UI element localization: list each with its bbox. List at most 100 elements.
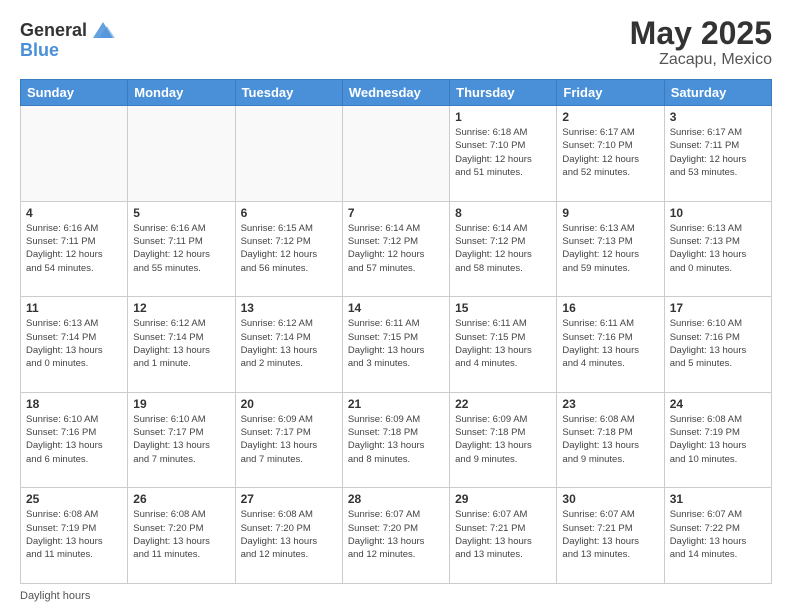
logo-general: General [20, 20, 87, 41]
table-row [235, 106, 342, 202]
table-row: 23 Sunrise: 6:08 AM Sunset: 7:18 PM Dayli… [557, 392, 664, 488]
day-number: 17 [670, 301, 766, 315]
table-row: 13 Sunrise: 6:12 AM Sunset: 7:14 PM Dayli… [235, 297, 342, 393]
day-number: 31 [670, 492, 766, 506]
table-row: 22Sunrise: 6:09 AM Sunset: 7:18 PM Dayli… [450, 392, 557, 488]
day-info: Sunrise: 6:13 AM Sunset: 7:13 PM Dayligh… [562, 222, 658, 275]
day-number: 5 [133, 206, 229, 220]
calendar-week-row: 4 Sunrise: 6:16 AM Sunset: 7:11 PM Daylig… [21, 201, 772, 297]
day-number: 23 [562, 397, 658, 411]
day-info: Sunrise: 6:10 AM Sunset: 7:17 PM Dayligh… [133, 413, 229, 466]
day-number: 19 [133, 397, 229, 411]
table-row: 5 Sunrise: 6:16 AM Sunset: 7:11 PM Daylig… [128, 201, 235, 297]
day-number: 3 [670, 110, 766, 124]
col-tuesday: Tuesday [235, 80, 342, 106]
day-info: Sunrise: 6:08 AM Sunset: 7:19 PM Dayligh… [26, 508, 122, 561]
day-info: Sunrise: 6:08 AM Sunset: 7:20 PM Dayligh… [133, 508, 229, 561]
day-number: 16 [562, 301, 658, 315]
table-row: 14 Sunrise: 6:11 AM Sunset: 7:15 PM Dayli… [342, 297, 449, 393]
day-number: 7 [348, 206, 444, 220]
day-info: Sunrise: 6:14 AM Sunset: 7:12 PM Dayligh… [455, 222, 551, 275]
day-info: Sunrise: 6:12 AM Sunset: 7:14 PM Dayligh… [241, 317, 337, 370]
table-row: 29 Sunrise: 6:07 AM Sunset: 7:21 PM Dayli… [450, 488, 557, 584]
day-info: Sunrise: 6:07 AM Sunset: 7:21 PM Dayligh… [455, 508, 551, 561]
day-number: 2 [562, 110, 658, 124]
col-sunday: Sunday [21, 80, 128, 106]
day-number: 15 [455, 301, 551, 315]
daylight-hours-label: Daylight hours [20, 590, 90, 602]
logo: General Blue [20, 16, 117, 61]
day-info: Sunrise: 6:16 AM Sunset: 7:11 PM Dayligh… [26, 222, 122, 275]
table-row [21, 106, 128, 202]
day-number: 10 [670, 206, 766, 220]
table-row: 26Sunrise: 6:08 AM Sunset: 7:20 PM Dayli… [128, 488, 235, 584]
day-info: Sunrise: 6:11 AM Sunset: 7:16 PM Dayligh… [562, 317, 658, 370]
table-row: 6Sunrise: 6:15 AM Sunset: 7:12 PM Daylig… [235, 201, 342, 297]
page: General Blue May 2025 Zacapu, Mexico Sun… [0, 0, 792, 612]
day-info: Sunrise: 6:08 AM Sunset: 7:18 PM Dayligh… [562, 413, 658, 466]
table-row: 2 Sunrise: 6:17 AM Sunset: 7:10 PM Daylig… [557, 106, 664, 202]
footer-note: Daylight hours [20, 590, 772, 602]
table-row: 16 Sunrise: 6:11 AM Sunset: 7:16 PM Dayli… [557, 297, 664, 393]
table-row: 17 Sunrise: 6:10 AM Sunset: 7:16 PM Dayli… [664, 297, 771, 393]
day-number: 4 [26, 206, 122, 220]
day-info: Sunrise: 6:16 AM Sunset: 7:11 PM Dayligh… [133, 222, 229, 275]
table-row: 10 Sunrise: 6:13 AM Sunset: 7:13 PM Dayli… [664, 201, 771, 297]
table-row: 25 Sunrise: 6:08 AM Sunset: 7:19 PM Dayli… [21, 488, 128, 584]
table-row: 12Sunrise: 6:12 AM Sunset: 7:14 PM Dayli… [128, 297, 235, 393]
table-row: 30Sunrise: 6:07 AM Sunset: 7:21 PM Dayli… [557, 488, 664, 584]
table-row: 8Sunrise: 6:14 AM Sunset: 7:12 PM Daylig… [450, 201, 557, 297]
day-number: 6 [241, 206, 337, 220]
day-info: Sunrise: 6:11 AM Sunset: 7:15 PM Dayligh… [455, 317, 551, 370]
day-info: Sunrise: 6:17 AM Sunset: 7:11 PM Dayligh… [670, 126, 766, 179]
day-info: Sunrise: 6:14 AM Sunset: 7:12 PM Dayligh… [348, 222, 444, 275]
col-friday: Friday [557, 80, 664, 106]
day-number: 14 [348, 301, 444, 315]
calendar-week-row: 25 Sunrise: 6:08 AM Sunset: 7:19 PM Dayli… [21, 488, 772, 584]
table-row: 11 Sunrise: 6:13 AM Sunset: 7:14 PM Dayli… [21, 297, 128, 393]
day-info: Sunrise: 6:18 AM Sunset: 7:10 PM Dayligh… [455, 126, 551, 179]
day-info: Sunrise: 6:07 AM Sunset: 7:20 PM Dayligh… [348, 508, 444, 561]
day-info: Sunrise: 6:11 AM Sunset: 7:15 PM Dayligh… [348, 317, 444, 370]
day-number: 20 [241, 397, 337, 411]
col-saturday: Saturday [664, 80, 771, 106]
day-number: 18 [26, 397, 122, 411]
day-info: Sunrise: 6:09 AM Sunset: 7:18 PM Dayligh… [348, 413, 444, 466]
day-number: 12 [133, 301, 229, 315]
logo-blue: Blue [20, 40, 59, 61]
day-number: 1 [455, 110, 551, 124]
table-row [342, 106, 449, 202]
day-number: 21 [348, 397, 444, 411]
month-year: May 2025 [630, 16, 772, 51]
calendar-week-row: 11 Sunrise: 6:13 AM Sunset: 7:14 PM Dayli… [21, 297, 772, 393]
table-row: 1 Sunrise: 6:18 AM Sunset: 7:10 PM Daylig… [450, 106, 557, 202]
day-info: Sunrise: 6:13 AM Sunset: 7:14 PM Dayligh… [26, 317, 122, 370]
day-number: 9 [562, 206, 658, 220]
table-row: 19 Sunrise: 6:10 AM Sunset: 7:17 PM Dayli… [128, 392, 235, 488]
table-row: 31Sunrise: 6:07 AM Sunset: 7:22 PM Dayli… [664, 488, 771, 584]
table-row: 20 Sunrise: 6:09 AM Sunset: 7:17 PM Dayli… [235, 392, 342, 488]
col-thursday: Thursday [450, 80, 557, 106]
day-info: Sunrise: 6:10 AM Sunset: 7:16 PM Dayligh… [26, 413, 122, 466]
calendar-header-row: Sunday Monday Tuesday Wednesday Thursday… [21, 80, 772, 106]
day-info: Sunrise: 6:09 AM Sunset: 7:17 PM Dayligh… [241, 413, 337, 466]
table-row: 24Sunrise: 6:08 AM Sunset: 7:19 PM Dayli… [664, 392, 771, 488]
col-monday: Monday [128, 80, 235, 106]
day-number: 28 [348, 492, 444, 506]
day-number: 29 [455, 492, 551, 506]
calendar-table: Sunday Monday Tuesday Wednesday Thursday… [20, 79, 772, 584]
day-number: 11 [26, 301, 122, 315]
day-info: Sunrise: 6:09 AM Sunset: 7:18 PM Dayligh… [455, 413, 551, 466]
day-info: Sunrise: 6:17 AM Sunset: 7:10 PM Dayligh… [562, 126, 658, 179]
table-row: 18 Sunrise: 6:10 AM Sunset: 7:16 PM Dayli… [21, 392, 128, 488]
day-number: 25 [26, 492, 122, 506]
table-row: 27Sunrise: 6:08 AM Sunset: 7:20 PM Dayli… [235, 488, 342, 584]
table-row: 4 Sunrise: 6:16 AM Sunset: 7:11 PM Daylig… [21, 201, 128, 297]
day-info: Sunrise: 6:08 AM Sunset: 7:20 PM Dayligh… [241, 508, 337, 561]
day-info: Sunrise: 6:07 AM Sunset: 7:21 PM Dayligh… [562, 508, 658, 561]
table-row: 21 Sunrise: 6:09 AM Sunset: 7:18 PM Dayli… [342, 392, 449, 488]
day-info: Sunrise: 6:10 AM Sunset: 7:16 PM Dayligh… [670, 317, 766, 370]
day-info: Sunrise: 6:13 AM Sunset: 7:13 PM Dayligh… [670, 222, 766, 275]
day-number: 13 [241, 301, 337, 315]
col-wednesday: Wednesday [342, 80, 449, 106]
